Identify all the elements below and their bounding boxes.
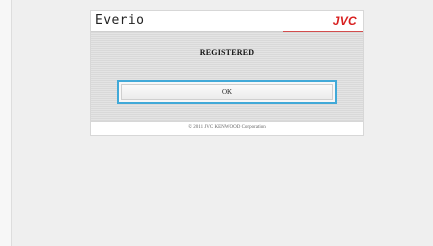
panel-header: Everio JVC <box>91 11 363 31</box>
copyright-text: © 2011 JVC KENWOOD Corporation <box>188 125 266 130</box>
panel-footer: © 2011 JVC KENWOOD Corporation <box>91 122 363 135</box>
content-area: REGISTERED OK <box>91 32 363 121</box>
ok-button-label: OK <box>221 88 233 96</box>
status-heading: REGISTERED <box>199 48 255 57</box>
brand-title: Everio <box>95 13 145 28</box>
page-left-edge <box>0 0 12 246</box>
jvc-logo: JVC <box>332 14 357 28</box>
ok-button[interactable]: OK <box>117 80 337 104</box>
registration-panel: Everio JVC REGISTERED OK © 2011 JVC KENW… <box>90 10 364 136</box>
